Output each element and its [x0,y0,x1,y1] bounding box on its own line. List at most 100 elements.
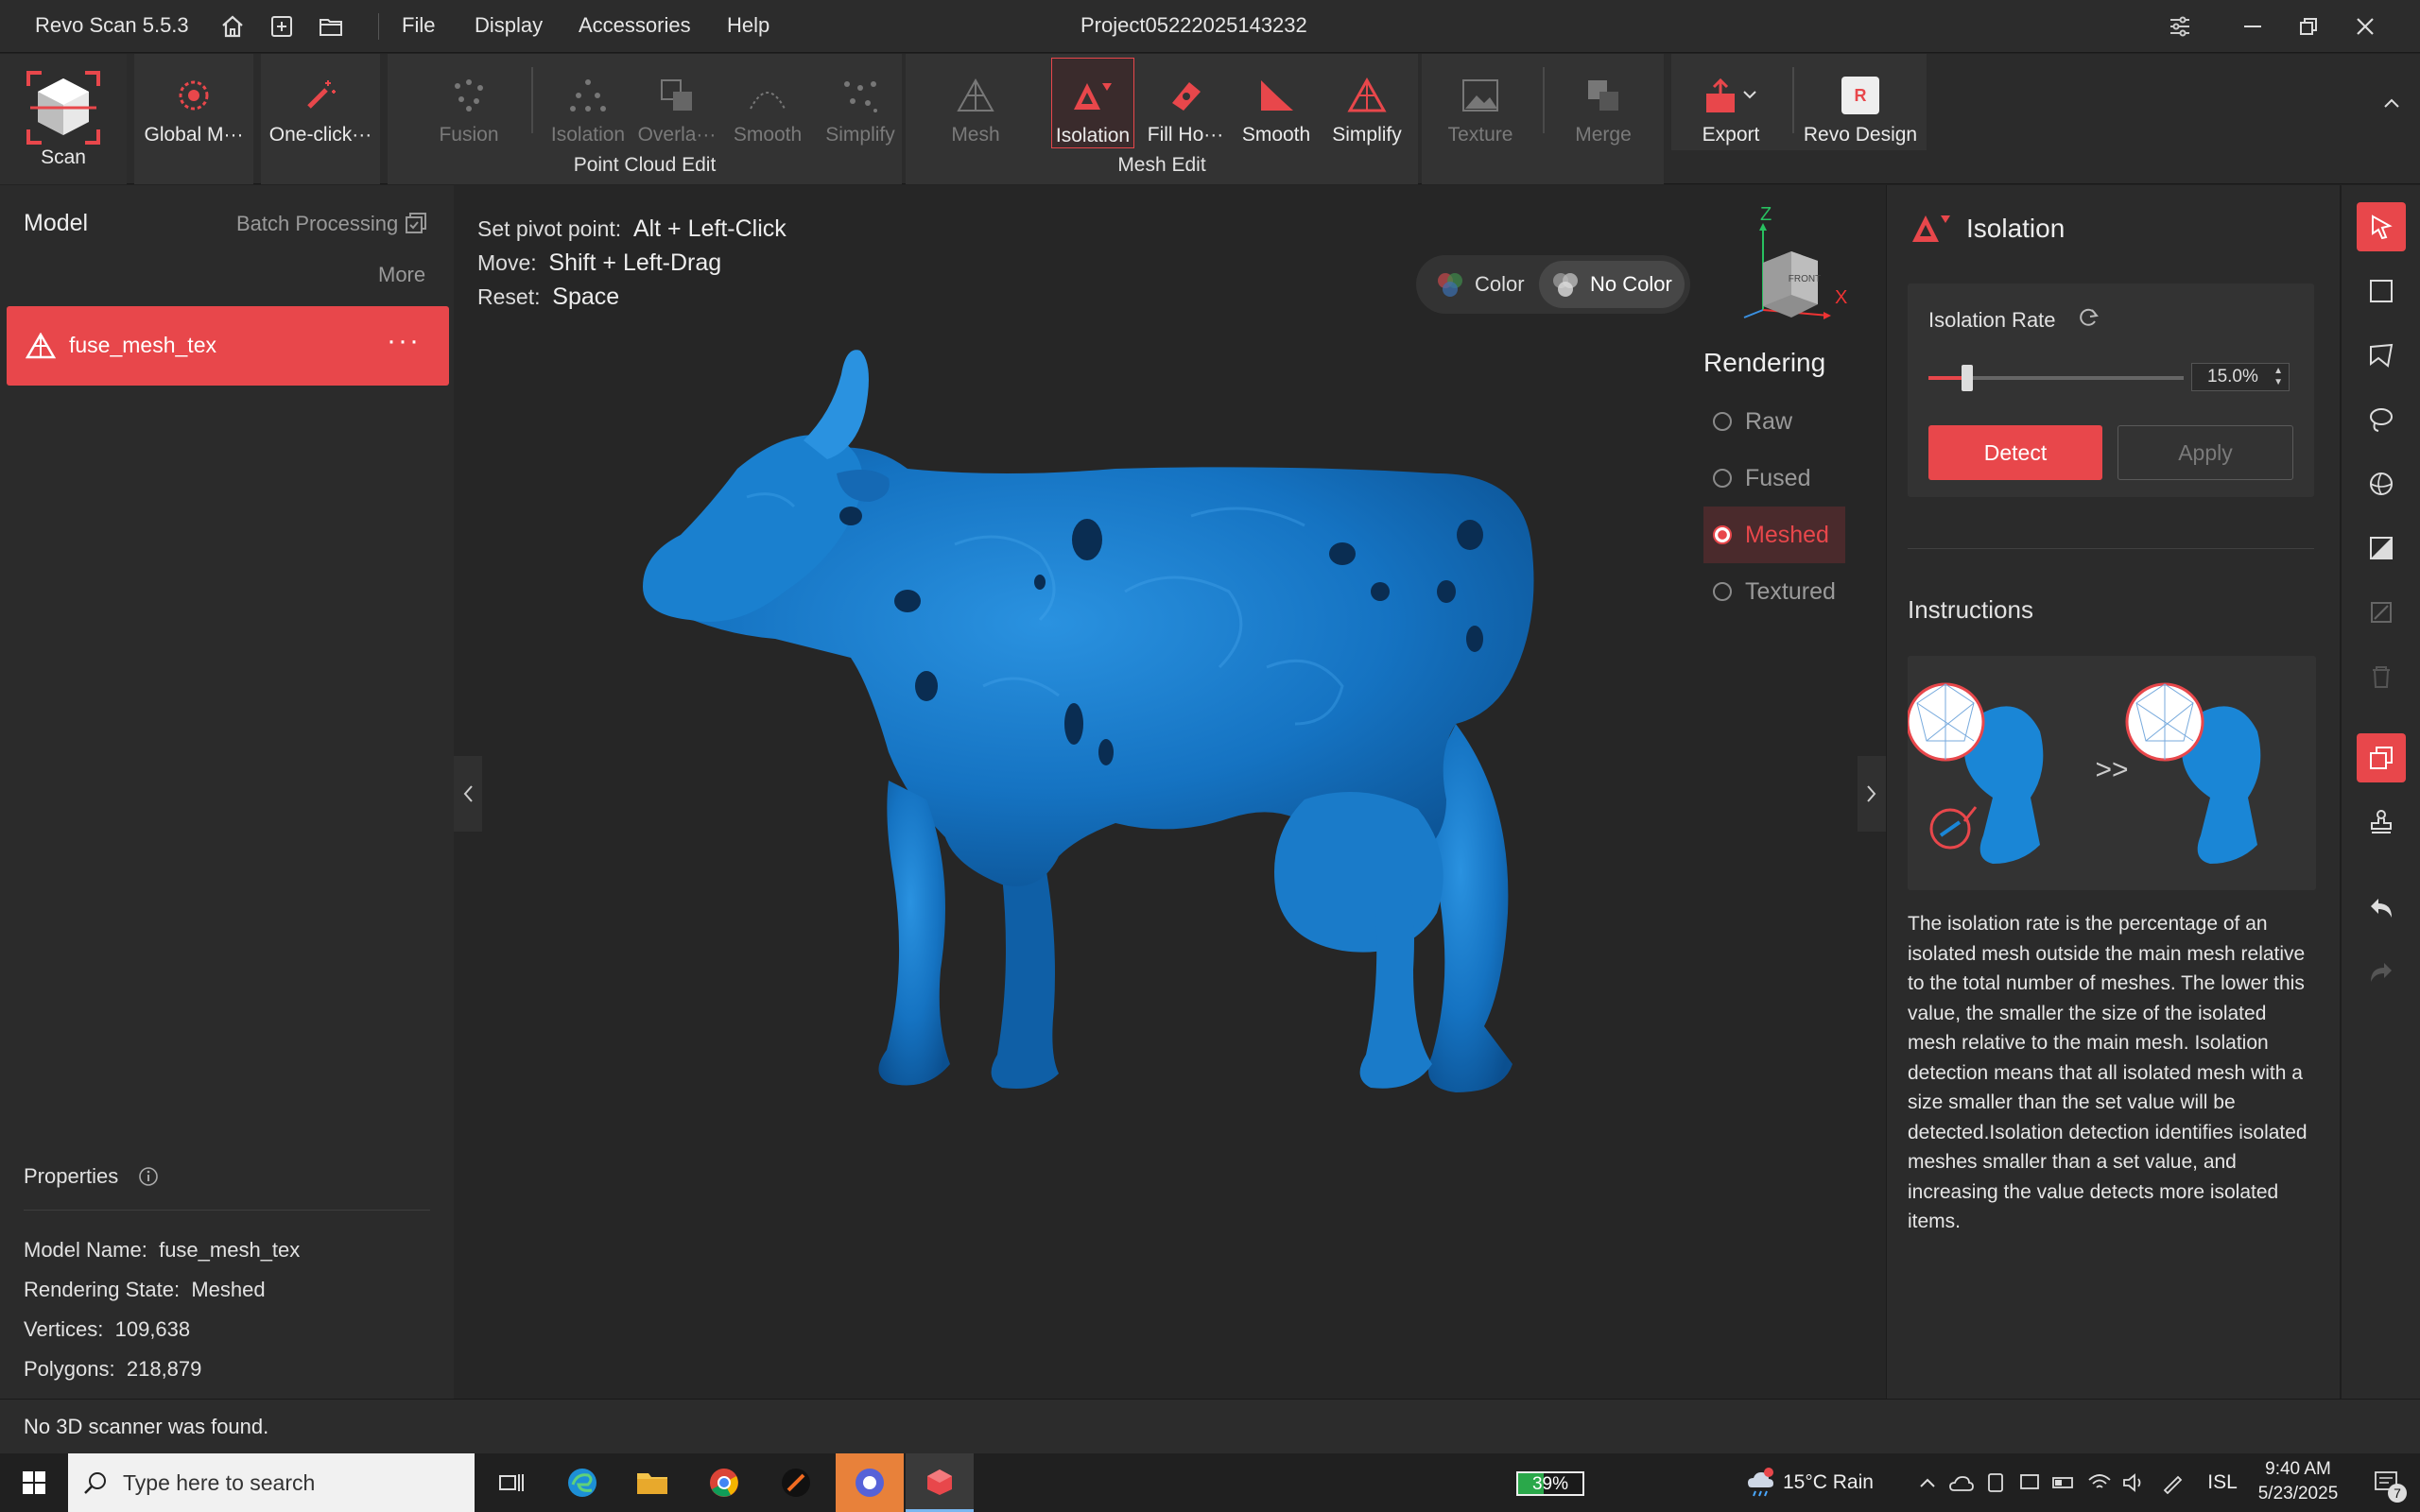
rectangle-select-icon [2370,280,2393,302]
polygon-select-tool[interactable] [2357,331,2406,380]
app-icon-dark[interactable] [771,1453,821,1512]
edge-browser-icon[interactable] [558,1453,607,1512]
collapse-right-panel-button[interactable] [1858,756,1886,832]
restore-icon[interactable] [2291,9,2325,43]
mesh-smooth-button[interactable]: Smooth [1227,61,1325,160]
undo-tool[interactable] [2357,885,2406,934]
open-folder-icon[interactable] [314,9,348,43]
export-group: Export R Revo Design [1671,54,1927,150]
copy-select-icon [2370,747,2393,769]
batch-processing-label[interactable]: Batch Processing [236,212,398,236]
search-placeholder: Type here to search [123,1470,316,1495]
gizmo-front-label: FRONT [1789,274,1821,284]
weather-icon[interactable] [1741,1453,1779,1512]
collapse-left-panel-button[interactable] [454,756,482,832]
sphere-select-icon [2370,472,2393,495]
revo-design-button[interactable]: R Revo Design [1796,61,1925,160]
chrome-icon[interactable] [700,1453,749,1512]
mesh-isolation-button[interactable]: Isolation [1051,58,1134,148]
collapse-ribbon-icon[interactable] [2375,86,2409,120]
info-icon[interactable] [138,1166,159,1192]
pointer-select-tool[interactable] [2357,202,2406,251]
mesh-icon [955,67,996,124]
file-explorer-icon[interactable] [628,1453,677,1512]
invert-selection-tool[interactable] [2357,588,2406,637]
instructions-illustration: >> [1906,656,2316,890]
rendering-textured[interactable]: Textured [1703,563,1845,620]
detect-button[interactable]: Detect [1928,425,2102,480]
rendering-fused[interactable]: Fused [1703,450,1845,507]
taskbar-search-box[interactable]: Type here to search [68,1453,475,1512]
orientation-gizmo[interactable]: FRONT Z X [1725,204,1858,329]
wifi-icon[interactable] [2083,1453,2116,1512]
settings-sliders-icon[interactable] [2163,9,2197,43]
input-language[interactable]: ISL [2201,1453,2244,1512]
export-button[interactable]: Export [1671,61,1790,160]
global-markers-button[interactable]: Global M··· [134,61,253,160]
pen-icon[interactable] [2155,1453,2189,1512]
rendering-raw[interactable]: Raw [1703,393,1845,450]
close-icon[interactable] [2348,9,2382,43]
model-options-icon[interactable]: ··· [387,325,421,357]
tray-app-icon[interactable] [1979,1453,2012,1512]
color-option[interactable]: Color [1426,265,1534,304]
task-view-icon[interactable] [482,1453,539,1512]
pc-overlap-button[interactable]: Overla··· [628,61,726,160]
merge-icon [1584,67,1622,124]
revo-scan-taskbar-icon[interactable] [906,1453,974,1512]
model-list-item[interactable]: fuse_mesh_tex ··· [7,306,449,386]
lasso-select-tool[interactable] [2357,395,2406,444]
menu-help[interactable]: Help [727,13,769,38]
rendering-options: Raw Fused Meshed Textured [1703,393,1845,620]
mesh-button[interactable]: Mesh [926,61,1025,160]
onedrive-icon[interactable] [1945,1453,1978,1512]
delete-tool[interactable] [2357,652,2406,701]
stamp-tool[interactable] [2357,798,2406,847]
reset-rate-icon[interactable] [2078,306,2100,334]
sphere-select-tool[interactable] [2357,459,2406,508]
isolation-rate-input[interactable]: 15.0% ▲ ▼ [2191,363,2290,391]
menu-accessories[interactable]: Accessories [579,13,691,38]
pc-isolation-button[interactable]: Isolation [539,61,637,160]
menu-file[interactable]: File [402,13,435,38]
new-project-icon[interactable] [265,9,299,43]
tray-display-icon[interactable] [2014,1453,2046,1512]
minimize-icon[interactable] [2236,9,2270,43]
pc-simplify-button[interactable]: Simplify [811,61,909,160]
apply-button[interactable]: Apply [2118,425,2293,480]
more-link[interactable]: More [378,263,425,287]
batch-processing-icon[interactable] [405,212,427,239]
fill-holes-button[interactable]: Fill Ho··· [1136,61,1235,160]
merge-button[interactable]: Merge [1554,61,1652,160]
no-color-option[interactable]: No Color [1539,261,1685,308]
battery-percent: 39% [1531,1474,1569,1494]
plane-select-tool[interactable] [2357,524,2406,573]
volume-icon[interactable] [2118,1453,2150,1512]
3d-viewport[interactable]: Set pivot point: Alt + Left-Click Move: … [454,185,1886,1399]
start-button[interactable] [0,1453,68,1512]
pc-fusion-button[interactable]: Fusion [420,61,518,160]
notifications-icon[interactable]: 7 [2361,1453,2411,1512]
scan-button[interactable]: Scan [0,65,127,168]
tray-battery-icon[interactable] [2048,1453,2080,1512]
isolation-rate-slider-thumb[interactable] [1961,365,1973,391]
menu-display[interactable]: Display [475,13,543,38]
app-icon-orange[interactable] [836,1453,904,1512]
one-click-button[interactable]: One-click··· [261,61,380,160]
invert-select-icon [2371,602,2392,623]
show-hidden-icons[interactable] [1913,1453,1942,1512]
clock[interactable]: 9:40 AM 5/23/2025 [2246,1457,2350,1506]
instructions-title: Instructions [1908,595,2033,624]
isolation-selection-tool[interactable] [2357,733,2406,782]
battery-indicator[interactable]: 39% [1516,1471,1584,1496]
pc-smooth-button[interactable]: Smooth [718,61,817,160]
texture-button[interactable]: Texture [1431,61,1530,160]
fill-holes-icon [1165,67,1206,124]
mesh-simplify-button[interactable]: Simplify [1318,61,1416,160]
trash-icon [2373,666,2390,688]
redo-tool[interactable] [2357,949,2406,998]
rectangle-select-tool[interactable] [2357,266,2406,316]
rendering-meshed[interactable]: Meshed [1703,507,1845,563]
home-icon[interactable] [216,9,250,43]
scanned-cow-model[interactable] [510,308,1692,1253]
